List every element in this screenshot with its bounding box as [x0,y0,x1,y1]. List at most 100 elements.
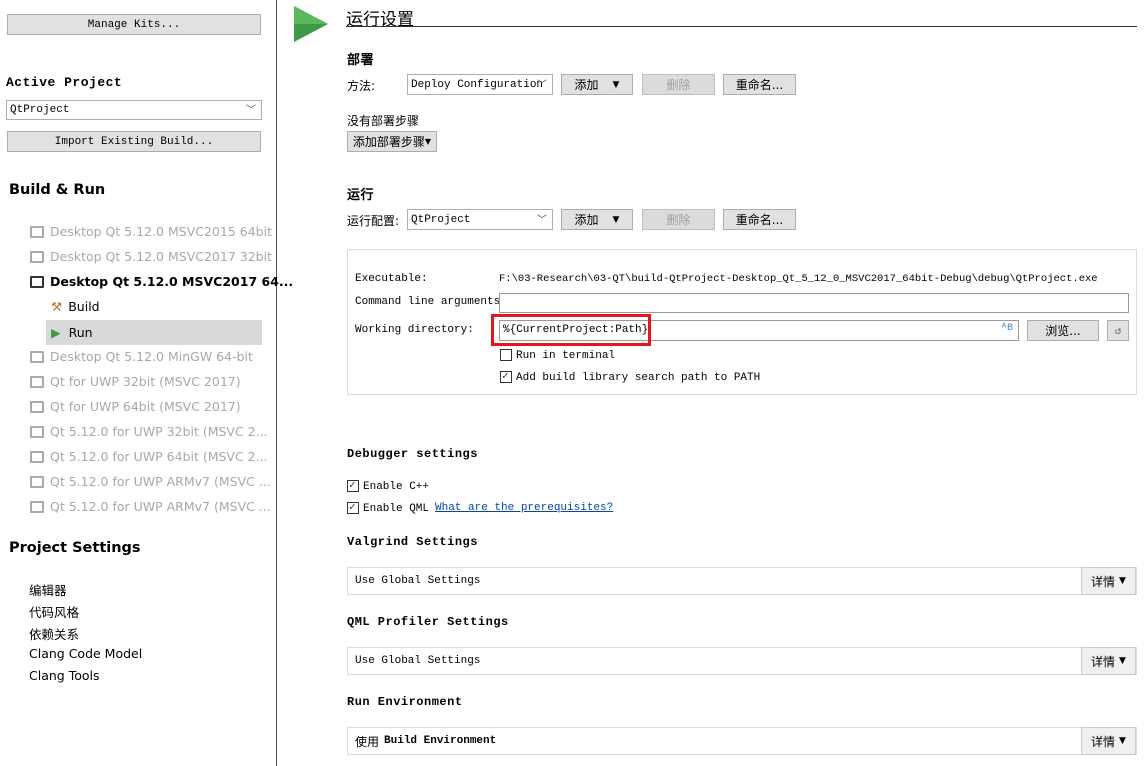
kit-label: Qt 5.12.0 for UWP 64bit (MSVC 2... [50,449,268,464]
chevron-down-icon: ﹀ [537,80,547,92]
chevron-down-icon: ﹀ [537,215,547,227]
settings-item-code-style[interactable]: 代码风格 [29,602,79,621]
method-label: 方法: [347,79,376,93]
dropdown-arrow-icon: ▼ [612,214,620,225]
kit-item[interactable]: Desktop Qt 5.12.0 MSVC2017 32bit [30,249,272,264]
add-step-label: 添加部署步骤 [352,135,425,149]
run-in-terminal-checkbox[interactable]: Run in terminal [500,349,615,362]
monitor-warning-icon [30,225,44,238]
run-icon: ▶ [51,325,61,340]
checkbox[interactable] [347,478,359,492]
windows-icon [30,500,44,513]
run-config-label: 运行配置: [347,214,400,228]
settings-item-clang-tools[interactable]: Clang Tools [29,668,99,683]
build-item[interactable]: ⚒ Build [51,299,100,314]
kit-label: Qt 5.12.0 for UWP ARMv7 (MSVC ... [50,499,271,514]
reset-button[interactable]: ↺ [1107,320,1129,341]
kit-item[interactable]: Desktop Qt 5.12.0 MinGW 64-bit [30,349,253,364]
debugger-heading: Debugger settings [347,447,478,461]
kit-item-active[interactable]: Desktop Qt 5.12.0 MSVC2017 64... [30,274,293,289]
deploy-config-value: Deploy Configuration [411,78,544,91]
import-build-button[interactable]: Import Existing Build... [7,131,261,152]
checkbox[interactable] [500,349,512,361]
settings-item-dependencies[interactable]: 依赖关系 [29,624,79,643]
run-environment-heading: Run Environment [347,695,463,709]
deploy-add-button[interactable]: 添加 ▼ [561,74,633,95]
add-deploy-step-button[interactable]: 添加部署步骤 ▼ [347,131,437,152]
monitor-add-icon [30,350,44,363]
active-project-combo[interactable]: QtProject ﹀ [6,100,262,120]
project-settings-title: Project Settings [9,540,141,556]
manage-kits-button[interactable]: Manage Kits... [7,14,261,35]
run-settings-icon [294,6,328,42]
checkbox[interactable] [500,369,512,383]
settings-item-clang-code-model[interactable]: Clang Code Model [29,646,142,661]
run-item[interactable]: ▶ Run [46,320,262,345]
run-label: Run [68,325,93,340]
qml-profiler-details-button[interactable]: 详情 ▼ [1081,647,1136,675]
workdir-label: Working directory: [355,324,474,336]
kit-item[interactable]: Qt 5.12.0 for UWP ARMv7 (MSVC ... [30,474,271,489]
valgrind-heading: Valgrind Settings [347,535,478,549]
enable-qml-label: Enable QML [363,502,430,515]
deploy-rename-button[interactable]: 重命名... [723,74,796,95]
reset-icon: ↺ [1114,325,1122,338]
details-label: 详情 [1091,734,1116,749]
no-deploy-steps-label: 没有部署步骤 [347,114,420,128]
enable-cpp-checkbox[interactable]: Enable C++ [347,478,430,493]
enable-cpp-label: Enable C++ [363,480,430,493]
kit-item[interactable]: Qt 5.12.0 for UWP 64bit (MSVC 2... [30,449,268,464]
kit-label: Desktop Qt 5.12.0 MSVC2017 64... [50,274,294,289]
monitor-add-icon [30,375,44,388]
add-lib-path-checkbox[interactable]: Add build library search path to PATH [500,369,761,384]
kit-label: Desktop Qt 5.12.0 MSVC2017 32bit [50,249,272,264]
dropdown-arrow-icon: ▼ [612,79,620,90]
kit-item[interactable]: Qt 5.12.0 for UWP 32bit (MSVC 2... [30,424,268,439]
kit-item[interactable]: Qt for UWP 64bit (MSVC 2017) [30,399,241,414]
prerequisites-link[interactable]: What are the prerequisites? [435,502,613,514]
env-value: Build Environment [384,735,497,747]
add-label: 添加 [574,213,599,227]
run-rename-button[interactable]: 重命名... [723,209,796,230]
variable-chooser-icon[interactable]: ᴬB [1001,323,1013,334]
sidebar: Manage Kits... Active Project QtProject ﹀… [0,0,293,766]
kit-label: Desktop Qt 5.12.0 MSVC2015 64bit [50,224,272,239]
kit-item[interactable]: Desktop Qt 5.12.0 MSVC2015 64bit [30,224,272,239]
monitor-add-icon [30,250,44,263]
workdir-highlight [491,314,651,346]
run-heading: 运行 [347,188,375,203]
kit-item[interactable]: Qt 5.12.0 for UWP ARMv7 (MSVC ... [30,499,271,514]
add-lib-path-label: Add build library search path to PATH [516,371,761,384]
valgrind-settings-box: Use Global Settings 详情 ▼ [347,567,1137,595]
env-details-button[interactable]: 详情 ▼ [1081,727,1136,755]
deploy-config-combo[interactable]: Deploy Configuration ﹀ [407,74,553,95]
dropdown-arrow-icon: ▼ [1119,656,1126,666]
checkbox[interactable] [347,500,359,514]
build-run-title: Build & Run [9,182,106,198]
browse-button[interactable]: 浏览... [1027,320,1099,341]
details-label: 详情 [1091,574,1116,589]
deploy-remove-button[interactable]: 删除 [642,74,715,95]
args-input[interactable] [499,293,1129,313]
run-add-button[interactable]: 添加 ▼ [561,209,633,230]
run-environment-box: 使用 Build Environment 详情 ▼ [347,727,1137,755]
run-remove-button[interactable]: 删除 [642,209,715,230]
settings-item-editor[interactable]: 编辑器 [29,580,67,599]
valgrind-details-button[interactable]: 详情 ▼ [1081,567,1136,595]
kit-label: Qt for UWP 32bit (MSVC 2017) [50,374,241,389]
title-divider [346,26,1137,27]
kit-label: Qt 5.12.0 for UWP ARMv7 (MSVC ... [50,474,271,489]
active-project-value: QtProject [10,104,70,116]
env-prefix: 使用 [355,734,380,749]
chevron-down-icon: ﹀ [246,106,256,118]
executable-value: F:\03-Research\03-QT\build-QtProject-Des… [499,273,1098,285]
windows-icon [30,450,44,463]
active-project-label: Active Project [6,75,123,90]
qml-profiler-heading: QML Profiler Settings [347,615,509,629]
enable-qml-checkbox[interactable]: Enable QML [347,500,430,515]
kit-item[interactable]: Qt for UWP 32bit (MSVC 2017) [30,374,241,389]
add-label: 添加 [574,78,599,92]
deploy-heading: 部署 [347,53,375,68]
run-config-value: QtProject [411,213,471,226]
run-config-combo[interactable]: QtProject ﹀ [407,209,553,230]
